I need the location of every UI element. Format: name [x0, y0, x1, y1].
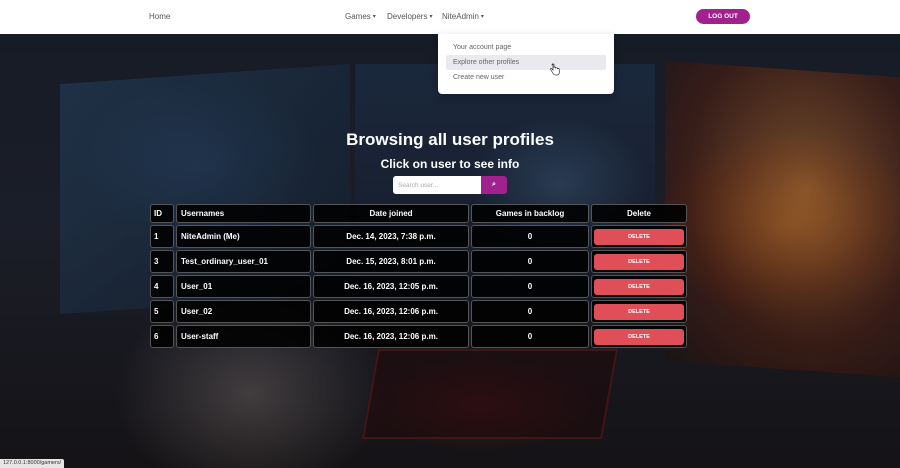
cell-id: 6: [150, 325, 174, 348]
nav-games-label: Games: [345, 12, 371, 21]
cell-username[interactable]: User_02: [176, 300, 311, 323]
cell-username[interactable]: User-staff: [176, 325, 311, 348]
cell-id: 3: [150, 250, 174, 273]
search-input[interactable]: [393, 176, 481, 194]
nav-developers-menu[interactable]: Developers ▾: [387, 12, 432, 21]
cell-username[interactable]: User_01: [176, 275, 311, 298]
cell-id: 1: [150, 225, 174, 248]
table-row[interactable]: 3 Test_ordinary_user_01 Dec. 15, 2023, 8…: [149, 249, 691, 274]
nav-games-menu[interactable]: Games ▾: [345, 12, 376, 21]
cell-id: 4: [150, 275, 174, 298]
cell-games-backlog: 0: [471, 325, 589, 348]
cell-username[interactable]: NiteAdmin (Me): [176, 225, 311, 248]
delete-user-button[interactable]: DELETE: [594, 303, 684, 320]
hand-cursor-icon: [550, 63, 560, 76]
header-id: ID: [150, 204, 174, 223]
cell-delete: DELETE: [591, 325, 687, 348]
search-button[interactable]: ⌕: [481, 176, 507, 194]
table-row[interactable]: 4 User_01 Dec. 16, 2023, 12:05 p.m. 0 DE…: [149, 274, 691, 299]
table-row[interactable]: 5 User_02 Dec. 16, 2023, 12:06 p.m. 0 DE…: [149, 299, 691, 324]
header-date-joined: Date joined: [313, 204, 469, 223]
nav-user-label: NiteAdmin: [442, 12, 479, 21]
dropdown-item-account[interactable]: Your account page: [446, 40, 606, 55]
page-title: Browsing all user profiles: [346, 130, 554, 149]
nav-user-menu[interactable]: NiteAdmin ▾: [442, 12, 484, 21]
cell-id: 5: [150, 300, 174, 323]
cell-games-backlog: 0: [471, 250, 589, 273]
dropdown-item-explore-profiles[interactable]: Explore other profiles: [446, 55, 606, 70]
users-table: ID Usernames Date joined Games in backlo…: [149, 203, 691, 349]
chevron-down-icon: ▾: [480, 14, 484, 20]
cell-date-joined: Dec. 16, 2023, 12:06 p.m.: [313, 300, 469, 323]
dropdown-item-create-user[interactable]: Create new user: [446, 70, 606, 85]
cell-games-backlog: 0: [471, 300, 589, 323]
cell-delete: DELETE: [591, 225, 687, 248]
cell-delete: DELETE: [591, 250, 687, 273]
header-games-backlog: Games in backlog: [471, 204, 589, 223]
delete-user-button[interactable]: DELETE: [594, 253, 684, 270]
cell-date-joined: Dec. 16, 2023, 12:06 p.m.: [313, 325, 469, 348]
cell-date-joined: Dec. 15, 2023, 8:01 p.m.: [313, 250, 469, 273]
delete-user-button[interactable]: DELETE: [594, 328, 684, 345]
logout-button[interactable]: LOG OUT: [696, 9, 750, 24]
search-icon: ⌕: [492, 181, 496, 188]
delete-user-button[interactable]: DELETE: [594, 278, 684, 295]
table-row[interactable]: 6 User-staff Dec. 16, 2023, 12:06 p.m. 0…: [149, 324, 691, 349]
cell-date-joined: Dec. 14, 2023, 7:38 p.m.: [313, 225, 469, 248]
header-delete: Delete: [591, 204, 687, 223]
cell-games-backlog: 0: [471, 225, 589, 248]
chevron-down-icon: ▾: [372, 14, 376, 20]
top-navbar: Home Games ▾ Developers ▾ NiteAdmin ▾ LO…: [0, 0, 900, 34]
cell-delete: DELETE: [591, 275, 687, 298]
user-dropdown-menu: Your account page Explore other profiles…: [438, 34, 614, 94]
table-row[interactable]: 1 NiteAdmin (Me) Dec. 14, 2023, 7:38 p.m…: [149, 224, 691, 249]
table-header-row: ID Usernames Date joined Games in backlo…: [149, 203, 691, 224]
cell-delete: DELETE: [591, 300, 687, 323]
status-bar-url: 127.0.0.1:8000/gamers/: [0, 459, 65, 468]
cell-username[interactable]: Test_ordinary_user_01: [176, 250, 311, 273]
cell-date-joined: Dec. 16, 2023, 12:05 p.m.: [313, 275, 469, 298]
nav-home-link[interactable]: Home: [149, 12, 170, 21]
header-usernames: Usernames: [176, 204, 311, 223]
nav-developers-label: Developers: [387, 12, 428, 21]
page-subtitle: Click on user to see info: [380, 157, 520, 171]
delete-user-button[interactable]: DELETE: [594, 228, 684, 245]
cell-games-backlog: 0: [471, 275, 589, 298]
chevron-down-icon: ▾: [429, 14, 433, 20]
